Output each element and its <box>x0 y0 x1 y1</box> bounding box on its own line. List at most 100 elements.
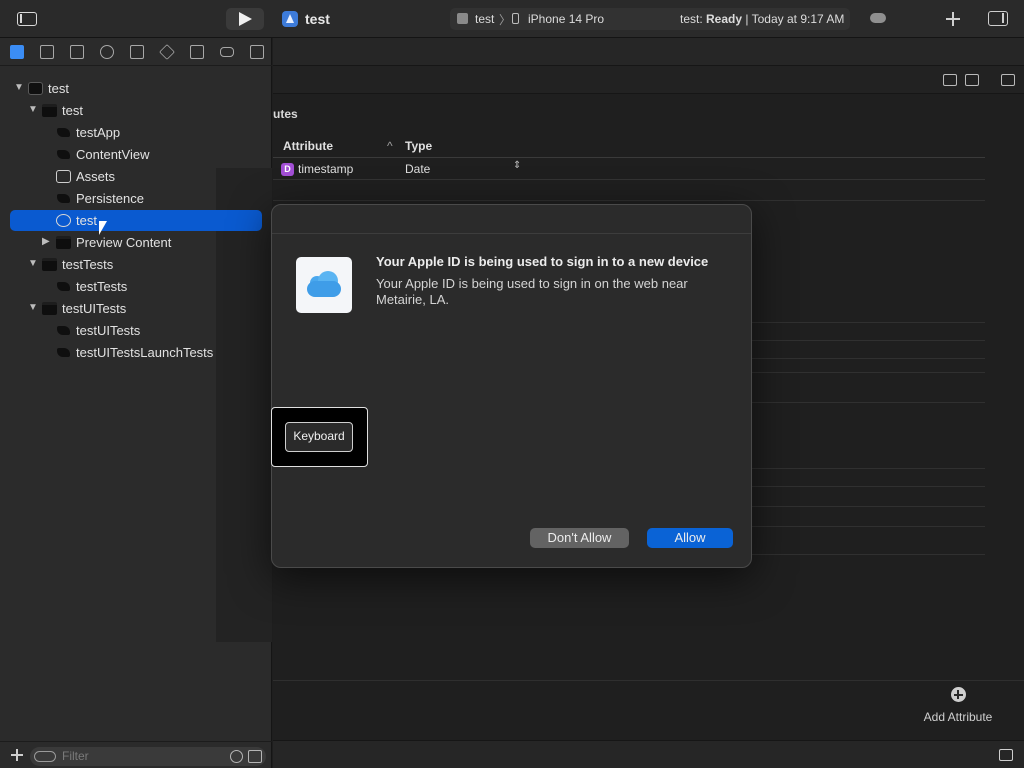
jump-bar <box>273 66 1024 94</box>
popup-stepper-icon[interactable]: ⇕ <box>513 160 521 171</box>
filter-options-icon[interactable] <box>34 751 56 762</box>
cloud-icon[interactable] <box>870 13 886 23</box>
folder-icon[interactable] <box>10 45 24 59</box>
swift-file-icon <box>56 148 71 161</box>
tree-item[interactable]: ▼ testTests <box>0 254 272 276</box>
app-target-icon <box>457 13 468 24</box>
attribute-column-header[interactable]: Attribute <box>283 139 333 153</box>
navigator-toggle-button[interactable] <box>10 9 44 29</box>
add-attribute-button[interactable]: Add Attribute <box>921 687 995 724</box>
test-diamond-icon[interactable] <box>159 44 175 60</box>
tree-item-selected[interactable]: test <box>0 210 272 232</box>
tree-item[interactable]: ▼ test <box>0 78 272 100</box>
scheme-selector[interactable]: test 〉 iPhone 14 Pro test: Ready | Today… <box>450 8 850 30</box>
filter-placeholder: Filter <box>62 749 89 763</box>
tree-item[interactable]: testUITests <box>0 320 272 342</box>
editor-options-icon[interactable] <box>965 74 979 86</box>
tree-item-label: test <box>76 213 97 228</box>
chevron-right-icon[interactable]: ▶ <box>42 236 52 250</box>
tree-item[interactable]: ContentView <box>0 144 272 166</box>
swift-file-icon <box>56 324 71 337</box>
swift-file-icon <box>56 280 71 293</box>
tree-item-label: Assets <box>76 169 116 184</box>
related-items-icon[interactable] <box>943 74 957 86</box>
tree-item-label: test <box>48 81 69 96</box>
xcode-project-icon <box>282 11 298 27</box>
tree-item-label: testUITests <box>62 301 127 316</box>
icloud-icon <box>296 257 352 313</box>
library-plus-icon[interactable] <box>944 10 962 28</box>
asset-catalog-icon <box>56 170 71 183</box>
alert-title-bar <box>272 205 751 234</box>
filter-field[interactable]: Filter <box>30 747 266 766</box>
chevron-down-icon[interactable]: ▼ <box>28 302 38 316</box>
type-column-header[interactable]: Type <box>405 139 432 153</box>
scheme-separator: 〉 <box>499 13 512 27</box>
tree-item-label: testApp <box>76 125 121 140</box>
editor-footer: Add Attribute <box>273 680 1024 740</box>
editor-tab-bar <box>273 38 1024 66</box>
tree-item[interactable]: testTests <box>0 276 272 298</box>
debug-area-toggle-icon[interactable] <box>999 749 1013 761</box>
report-icon[interactable] <box>250 45 264 59</box>
chevron-down-icon[interactable]: ▼ <box>28 104 38 118</box>
run-button[interactable] <box>226 8 264 30</box>
symbol-icon[interactable] <box>70 45 84 59</box>
allow-button[interactable]: Allow <box>647 528 733 548</box>
tree-item-label: Preview Content <box>76 235 172 250</box>
folder-icon <box>42 258 57 271</box>
project-navigator: ▼ test ▼ test testApp ContentView Assets <box>0 38 272 768</box>
divider <box>273 200 985 201</box>
navigator-footer: Filter <box>0 741 272 768</box>
attributes-section-title: utes <box>273 107 298 121</box>
source-control-filter-icon[interactable] <box>248 750 262 763</box>
folder-icon <box>42 302 57 315</box>
tree-item[interactable]: ▶ Preview Content <box>0 232 272 254</box>
keyboard-overlay: Keyboard <box>271 407 368 467</box>
debug-icon[interactable] <box>190 45 204 59</box>
tree-item[interactable]: ▼ testUITests <box>0 298 272 320</box>
split-editor-icon[interactable] <box>1001 74 1015 86</box>
add-attribute-label: Add Attribute <box>923 710 993 724</box>
swift-file-icon <box>56 192 71 205</box>
tree-item[interactable]: Assets <box>0 166 272 188</box>
navigator-tabs <box>0 38 272 66</box>
dont-allow-button[interactable]: Don't Allow <box>530 528 629 548</box>
tree-item[interactable]: testApp <box>0 122 272 144</box>
source-control-icon[interactable] <box>40 45 54 59</box>
chevron-down-icon[interactable]: ▼ <box>14 82 24 96</box>
attributes-table-header: Attribute ^ Type <box>273 136 985 158</box>
tree-item-label: Persistence <box>76 191 144 206</box>
tree-item-label: testUITests <box>76 323 141 338</box>
tree-item[interactable]: ▼ test <box>0 100 272 122</box>
attribute-type-popup[interactable]: Date <box>405 162 430 176</box>
mouse-pointer-icon <box>99 221 107 235</box>
search-icon[interactable] <box>100 45 114 59</box>
table-row[interactable]: D timestamp Date ⇕ <box>273 159 985 180</box>
chevron-down-icon[interactable]: ▼ <box>28 258 38 272</box>
scheme-device[interactable]: iPhone 14 Pro <box>528 12 604 26</box>
add-circle-icon <box>950 687 966 702</box>
sort-indicator-icon: ^ <box>387 139 393 153</box>
warning-icon[interactable] <box>130 45 144 59</box>
inspector-toggle-icon[interactable] <box>988 11 1008 26</box>
tree-item-label: testUITestsLaunchTests <box>76 345 214 360</box>
toolbar: test test 〉 iPhone 14 Pro test: Ready | … <box>0 0 1024 38</box>
scheme-target[interactable]: test <box>475 12 494 26</box>
tree-item[interactable]: Persistence <box>0 188 272 210</box>
keyboard-button[interactable]: Keyboard <box>285 422 353 452</box>
swift-file-icon <box>56 346 71 359</box>
alert-title: Your Apple ID is being used to sign in t… <box>376 254 709 269</box>
selection-highlight <box>10 210 262 231</box>
tree-item-label: test <box>62 103 83 118</box>
folder-icon <box>42 104 57 117</box>
attribute-name[interactable]: timestamp <box>298 162 353 176</box>
iphone-icon <box>512 13 519 24</box>
add-file-plus-icon[interactable] <box>10 748 24 762</box>
data-model-icon <box>56 214 71 227</box>
tree-item[interactable]: testUITestsLaunchTests <box>0 342 272 364</box>
recent-files-clock-icon[interactable] <box>230 750 243 763</box>
date-type-badge: D <box>281 163 294 176</box>
tree-item-label: ContentView <box>76 147 150 162</box>
breakpoint-icon[interactable] <box>220 47 234 57</box>
